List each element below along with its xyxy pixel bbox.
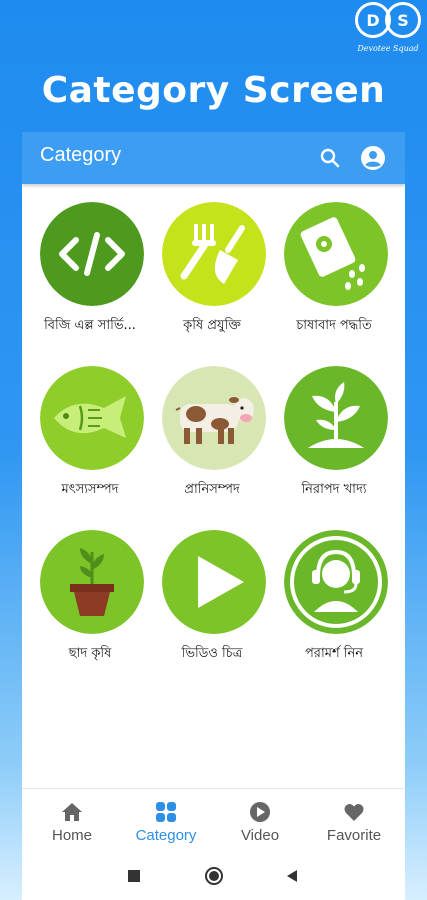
category-tile-fisheries[interactable]: মৎস্যসম্পদ: [34, 366, 146, 516]
nav-home-label: Home: [51, 827, 92, 844]
category-label: প্রানিসম্পদ: [184, 482, 240, 497]
grid-icon: [156, 802, 176, 822]
category-label: ভিডিও চিত্র: [181, 646, 243, 661]
nav-favorite[interactable]: Favorite: [308, 795, 400, 851]
nav-home[interactable]: Home: [26, 795, 118, 851]
nav-favorite-label: Favorite: [326, 827, 382, 844]
category-tile-safe-food[interactable]: নিরাপদ খাদ্য: [278, 366, 390, 516]
brand-mark: D S: [355, 2, 423, 40]
bottom-navigation: Home Category Video Favorite: [22, 788, 405, 852]
category-tile-bg-services[interactable]: বিজি এল্ল সার্ভি...: [34, 202, 146, 352]
potted-plant-icon: [40, 530, 144, 634]
category-tile-agri-technology[interactable]: কৃষি প্রযুক্তি: [156, 202, 268, 352]
nav-video-label: Video: [240, 827, 280, 844]
account-icon[interactable]: [360, 145, 386, 171]
nav-video[interactable]: Video: [214, 795, 306, 851]
phone-screen: Category বিজি এল্ল সার্ভি... কৃষি প্রযুক…: [22, 132, 405, 900]
category-label: চাষাবাদ পদ্ধতি: [296, 318, 372, 333]
nav-category[interactable]: Category: [120, 795, 212, 851]
home-icon: [62, 803, 82, 821]
app-bar: Category: [22, 132, 405, 184]
nav-category-label: Category: [135, 827, 197, 844]
category-tile-livestock[interactable]: প্রানিসম্পদ: [156, 366, 268, 516]
heart-icon: [344, 803, 364, 821]
play-circle-icon: [250, 802, 270, 822]
garden-tools-icon: [162, 202, 266, 306]
category-label: ছাদ কৃষি: [68, 646, 112, 661]
plant-icon: [284, 366, 388, 470]
category-tile-cultivation-method[interactable]: চাষাবাদ পদ্ধতি: [278, 202, 390, 352]
play-icon: [162, 530, 266, 634]
category-label: পরামর্শ নিন: [304, 646, 364, 661]
search-icon[interactable]: [318, 146, 342, 170]
home-circle-icon[interactable]: [204, 866, 224, 886]
category-tile-roof-farming[interactable]: ছাদ কৃষি: [34, 530, 146, 680]
app-bar-title: Category: [40, 144, 122, 166]
headset-support-icon: [284, 530, 388, 634]
category-label: মৎস্যসম্পদ: [61, 482, 119, 497]
recents-square-icon[interactable]: [124, 866, 144, 886]
category-tile-consultation[interactable]: পরামর্শ নিন: [278, 530, 390, 680]
seed-packet-icon: [284, 202, 388, 306]
category-label: কৃষি প্রযুক্তি: [183, 318, 241, 333]
category-label: নিরাপদ খাদ্য: [301, 482, 367, 497]
brand-logo: D S Devotee Squad: [353, 2, 423, 62]
page-headline: Category Screen: [41, 70, 386, 111]
back-triangle-icon[interactable]: [282, 866, 302, 886]
fish-icon: [40, 366, 144, 470]
brand-letter-s: S: [385, 2, 421, 38]
brand-tagline: Devotee Squad: [357, 44, 419, 53]
category-tile-video[interactable]: ভিডিও চিত্র: [156, 530, 268, 680]
code-icon: [40, 202, 144, 306]
cow-icon: [162, 366, 266, 470]
category-label: বিজি এল্ল সার্ভি...: [44, 318, 136, 333]
system-navigation-bar: [22, 852, 405, 900]
